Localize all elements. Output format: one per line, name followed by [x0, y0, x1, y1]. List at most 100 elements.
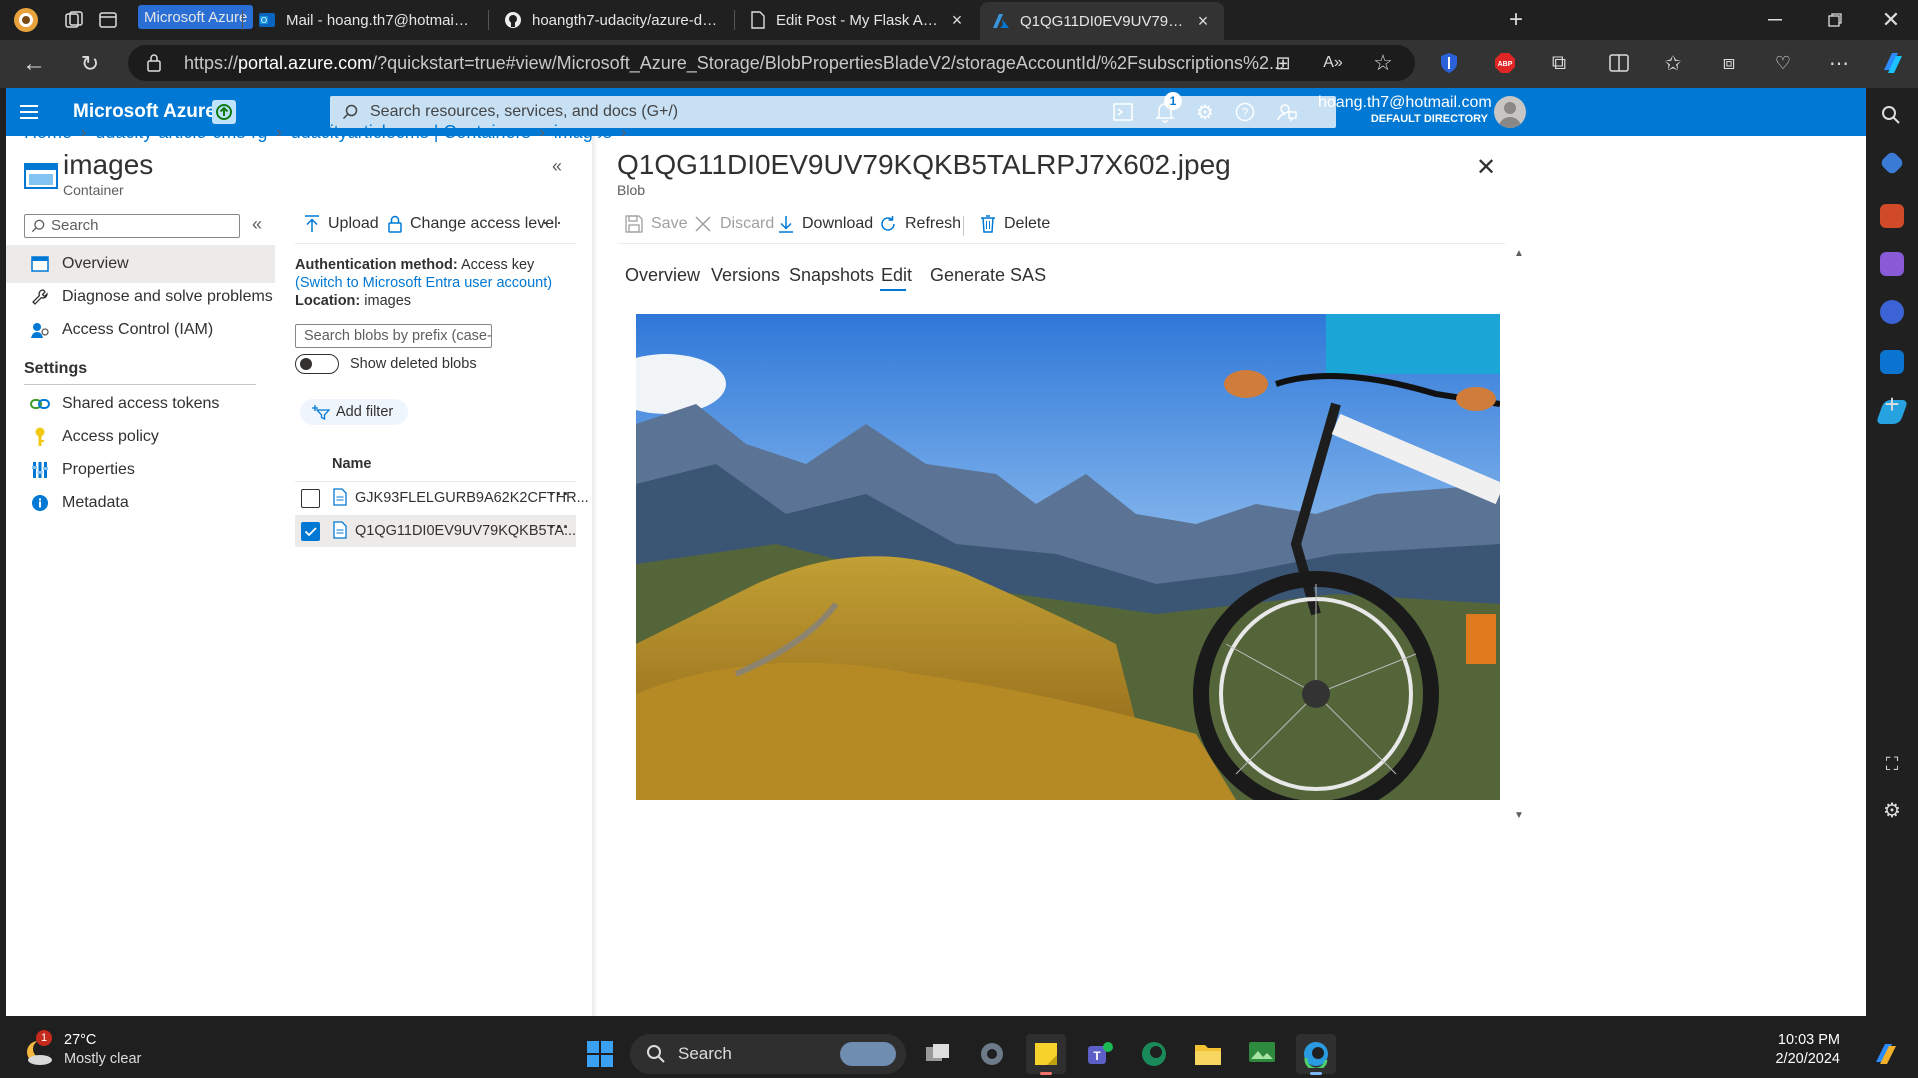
upload-button[interactable]: Upload: [304, 215, 379, 233]
screenshot-icon[interactable]: ⛶: [1880, 752, 1904, 776]
close-tab-icon[interactable]: ×: [1194, 11, 1212, 32]
delete-button[interactable]: Delete: [980, 215, 1050, 233]
collections-icon[interactable]: ⧈: [1716, 50, 1742, 76]
close-tab-icon[interactable]: ×: [948, 10, 966, 31]
adblock-icon[interactable]: ABP: [1492, 50, 1518, 76]
help-icon[interactable]: ?: [1222, 88, 1268, 136]
scroll-down-icon[interactable]: ▼: [1514, 810, 1524, 821]
discard-label: Discard: [720, 215, 775, 232]
sidebar-item-metadata[interactable]: Metadata: [6, 484, 336, 522]
weather-desc[interactable]: Mostly clear: [64, 1051, 141, 1067]
row-more-icon[interactable]: ···: [549, 484, 570, 505]
new-tab-icon[interactable]: +: [1502, 6, 1530, 34]
games-icon[interactable]: [1880, 252, 1904, 276]
sticky-notes-icon[interactable]: [1026, 1034, 1066, 1074]
back-icon[interactable]: ←: [20, 50, 48, 78]
close-window-icon[interactable]: ✕: [1876, 6, 1906, 34]
feedback-icon[interactable]: [1264, 88, 1310, 136]
tab-edit[interactable]: Edit: [881, 265, 912, 286]
tab-actions-icon[interactable]: [96, 8, 120, 32]
download-button[interactable]: Download: [778, 215, 873, 233]
favorite-star-icon[interactable]: ☆: [1370, 50, 1396, 76]
add-filter-button[interactable]: Add filter: [300, 399, 408, 425]
workspaces-icon[interactable]: [62, 8, 86, 32]
show-deleted-toggle[interactable]: [295, 354, 339, 374]
edge-dev-icon[interactable]: [1134, 1034, 1174, 1074]
extensions-icon[interactable]: ⧉: [1546, 50, 1572, 76]
split-screen-icon[interactable]: [1606, 50, 1632, 76]
collapse-menu-icon[interactable]: «: [252, 214, 262, 235]
tab-group-azure[interactable]: Microsoft Azure: [138, 5, 254, 29]
upgrade-icon[interactable]: [212, 100, 236, 124]
account-info[interactable]: hoang.th7@hotmail.com DEFAULT DIRECTORY: [1318, 94, 1492, 125]
breadcrumb-home[interactable]: Home: [24, 122, 72, 143]
tab-blob-active[interactable]: Q1QG11DI0EV9UV79KQKB5TALRPJ7X602.jpeg ×: [980, 2, 1224, 40]
restore-icon[interactable]: [1820, 6, 1850, 34]
tab-snapshots[interactable]: Snapshots: [789, 265, 874, 286]
browser-essentials-icon[interactable]: ♡: [1770, 50, 1796, 76]
start-icon[interactable]: [580, 1034, 620, 1074]
collapse-blade-icon[interactable]: «: [552, 156, 562, 177]
app-available-icon[interactable]: ⊞: [1270, 50, 1296, 76]
sidebar-search-icon[interactable]: [1880, 104, 1904, 128]
teams-icon[interactable]: T: [1080, 1034, 1120, 1074]
menu-search-input[interactable]: Search: [24, 214, 240, 238]
table-row[interactable]: Q1QG11DI0EV9UV79KQKB5TA... ···: [295, 515, 576, 547]
column-header-name[interactable]: Name: [332, 456, 372, 472]
copilot-sidebar-icon[interactable]: [1880, 300, 1904, 324]
chevron-right-icon: ›: [620, 123, 627, 141]
cloud-shell-icon[interactable]: [1100, 88, 1146, 136]
save-button[interactable]: Save: [625, 215, 687, 233]
reload-icon[interactable]: ↻: [76, 50, 104, 78]
settings-more-icon[interactable]: ⋯: [1826, 50, 1852, 76]
copilot-taskbar-icon[interactable]: [1866, 1034, 1906, 1074]
sidebar-item-iam[interactable]: Access Control (IAM): [6, 311, 336, 349]
more-commands-icon[interactable]: ···: [542, 212, 563, 233]
tab-versions[interactable]: Versions: [711, 265, 780, 286]
photos-app-icon[interactable]: [1242, 1034, 1282, 1074]
minimize-icon[interactable]: [1760, 6, 1790, 34]
settings-app-icon[interactable]: [972, 1034, 1012, 1074]
tools-icon[interactable]: [1880, 204, 1904, 228]
tab-generate-sas[interactable]: Generate SAS: [930, 265, 1046, 286]
avatar[interactable]: [1494, 96, 1526, 128]
blob-name[interactable]: Q1QG11DI0EV9UV79KQKB5TA...: [355, 523, 576, 539]
browser-profile-icon[interactable]: [12, 6, 40, 34]
address-bar[interactable]: https://portal.azure.com/?quickstart=tru…: [128, 45, 1415, 81]
outlook-sidebar-icon[interactable]: [1880, 350, 1904, 374]
taskbar-search-box[interactable]: Search: [630, 1034, 906, 1074]
row-more-icon[interactable]: ···: [549, 517, 570, 538]
copilot-icon[interactable]: [1878, 48, 1908, 78]
add-sidebar-app-icon[interactable]: +: [1880, 389, 1904, 419]
lock-icon[interactable]: [146, 45, 162, 81]
tab-outlook[interactable]: O Mail - hoang.th7@hotmail.com - Outlook: [246, 0, 484, 40]
refresh-button[interactable]: Refresh: [879, 215, 961, 233]
change-access-level-button[interactable]: Change access level: [388, 215, 558, 233]
switch-auth-link[interactable]: (Switch to Microsoft Entra user account): [295, 275, 552, 291]
table-row[interactable]: GJK93FLELGURB9A62K2CFTHR... ···: [295, 482, 589, 514]
weather-temp[interactable]: 27°C: [64, 1032, 96, 1048]
extension-shield-icon[interactable]: [1436, 50, 1462, 76]
file-explorer-icon[interactable]: [1188, 1034, 1228, 1074]
breadcrumb-containers[interactable]: udacityarticlecms | Containers: [291, 122, 531, 143]
sidebar-settings-icon[interactable]: ⚙: [1880, 798, 1904, 822]
row-checkbox-checked[interactable]: [301, 522, 320, 541]
blob-prefix-placeholder: Search blobs by prefix (case-...: [304, 328, 492, 344]
tab-flask-app[interactable]: Edit Post - My Flask Application ×: [738, 0, 978, 40]
blob-prefix-search-input[interactable]: Search blobs by prefix (case-...: [295, 324, 492, 348]
scroll-up-icon[interactable]: ▲: [1514, 248, 1524, 259]
row-checkbox[interactable]: [301, 489, 320, 508]
breadcrumb-resource-group[interactable]: udacity-article-cms-rg: [95, 122, 267, 143]
discard-button[interactable]: Discard: [694, 215, 774, 233]
close-pane-icon[interactable]: ✕: [1476, 153, 1496, 182]
blob-more-icon[interactable]: ···: [1144, 150, 1163, 168]
read-aloud-icon[interactable]: A»: [1320, 50, 1346, 76]
clock[interactable]: 10:03 PM 2/20/2024: [1740, 1032, 1840, 1067]
favorites-list-icon[interactable]: ✩: [1660, 50, 1686, 76]
tab-overview[interactable]: Overview: [625, 265, 700, 286]
tab-github[interactable]: hoangth7-udacity/azure-dev-article-cms: [492, 0, 730, 40]
task-view-icon[interactable]: [918, 1034, 958, 1074]
shopping-tag-icon[interactable]: [1879, 150, 1905, 176]
breadcrumb-images[interactable]: images: [554, 122, 612, 143]
edge-browser-icon[interactable]: [1296, 1034, 1336, 1074]
